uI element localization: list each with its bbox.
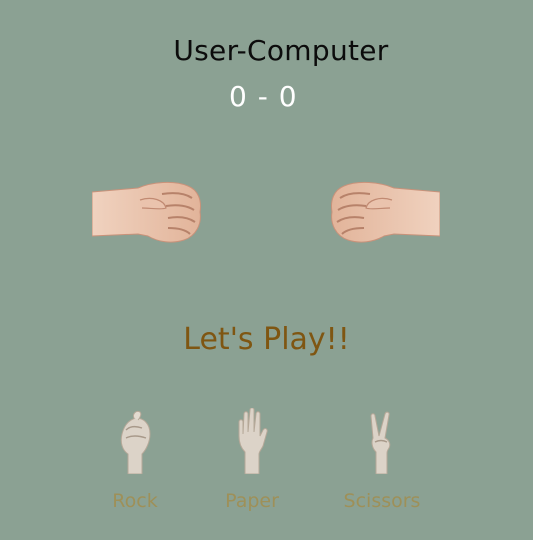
paper-label: Paper [225, 490, 279, 512]
user-hand [91, 178, 202, 244]
score-separator: - [257, 80, 269, 113]
page-edge [533, 0, 538, 540]
paper-choice-button[interactable]: Paper [192, 408, 312, 518]
result-message: Let's Play!! [183, 322, 350, 357]
rock-hand-icon [120, 411, 151, 474]
fist-icon [331, 181, 441, 243]
scissors-hand-icon [370, 411, 391, 474]
game-board: User-Computer 0 - 0 Let's Play!! Rock Pa… [0, 0, 533, 540]
fist-icon [91, 181, 201, 243]
rock-choice-button[interactable]: Rock [75, 408, 195, 518]
computer-hand [330, 178, 441, 244]
computer-score: 0 [278, 80, 298, 113]
scissors-choice-button[interactable]: Scissors [322, 408, 442, 518]
scissors-label: Scissors [343, 490, 421, 512]
score-display: 0 - 0 [229, 80, 298, 113]
rock-label: Rock [112, 490, 158, 512]
paper-hand-icon [238, 408, 268, 474]
user-score: 0 [229, 80, 248, 113]
scoreboard-title: User-Computer [173, 34, 389, 67]
